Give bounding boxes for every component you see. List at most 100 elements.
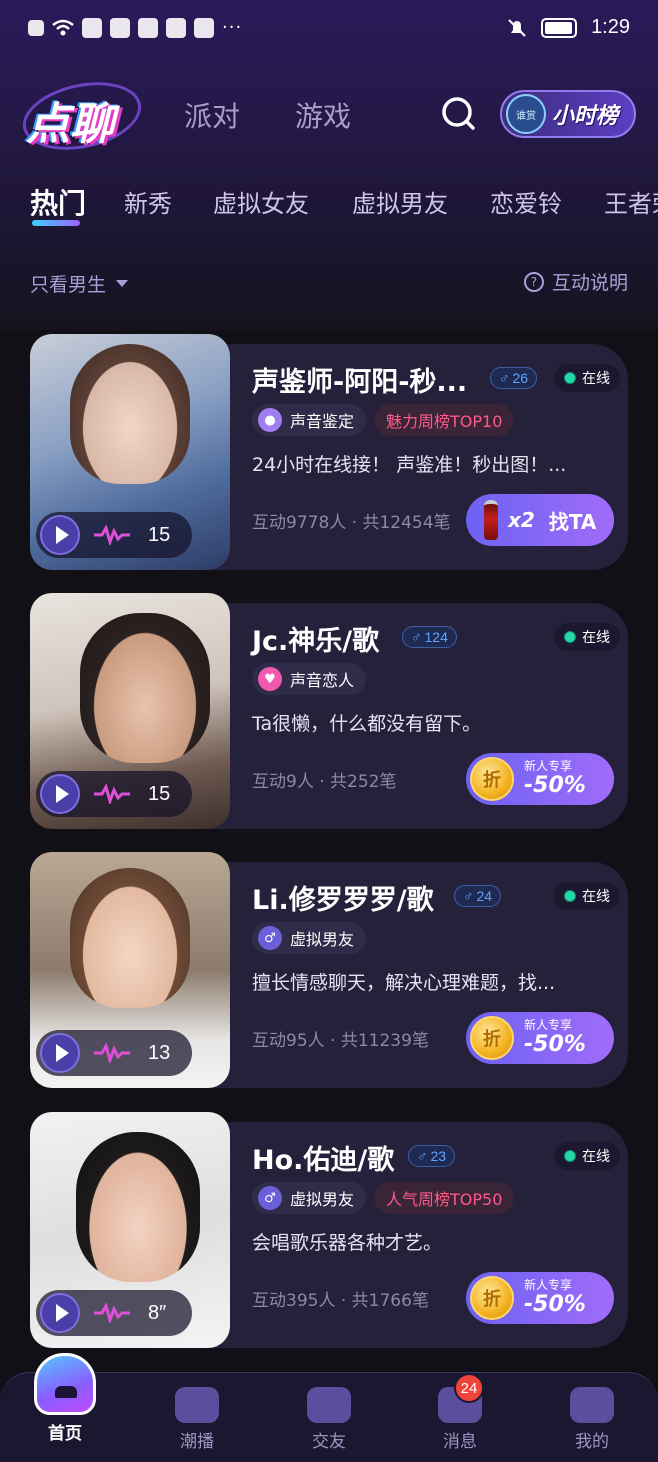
discount-button[interactable]: 折 新人专享 -50% [466, 1012, 614, 1064]
tag-row: ♂ 虚拟男友 人气周榜TOP50 [252, 1182, 515, 1214]
nav-friends[interactable]: 交友 [274, 1381, 384, 1452]
interaction-stats: 互动395人 · 共1766笔 [252, 1291, 429, 1311]
tag-rank: 魅力周榜TOP10 [374, 404, 515, 436]
category-new[interactable]: 新秀 [124, 184, 172, 219]
age-value: 23 [430, 1148, 447, 1164]
discount-value: -50% [524, 1031, 586, 1057]
avatar-photo[interactable]: 8″ [30, 1112, 230, 1348]
waveform-icon [94, 1043, 130, 1063]
message-icon: 24 [438, 1373, 484, 1423]
play-icon [55, 1304, 69, 1322]
nav-label: 潮播 [180, 1432, 214, 1452]
app-icon-send [194, 18, 214, 38]
play-icon [55, 785, 69, 803]
caret-down-icon [116, 280, 129, 287]
voice-intro-pill[interactable]: 13 [36, 1030, 192, 1076]
tag-label: 虚拟男友 [290, 1190, 355, 1209]
waveform-icon [94, 784, 130, 804]
age-value: 26 [512, 370, 529, 386]
avatar-photo[interactable]: 13 [30, 852, 230, 1088]
male-icon: ♂ [463, 888, 474, 904]
find-ta-button[interactable]: x2 找TA [466, 494, 614, 546]
online-label: 在线 [582, 889, 610, 905]
portrait-face [80, 613, 210, 763]
tag-label: 声音鉴定 [290, 412, 355, 431]
nav-messages[interactable]: 24 消息 [405, 1373, 515, 1452]
unread-badge: 24 [454, 1373, 484, 1403]
nav-live[interactable]: 潮播 [142, 1381, 252, 1452]
hourly-rank-button[interactable]: 谁赏 小时榜 [500, 90, 636, 138]
category-virtual-boyfriend[interactable]: 虚拟男友 [352, 184, 448, 219]
clock: 1:29 [591, 16, 630, 38]
host-card[interactable]: 15 Jc.神乐/歌 ♂ 124 在线 ♥ 声音恋人 Ta很懒，什么都没有留下。 互… [30, 593, 628, 829]
logo-text: 点聊 [26, 99, 114, 150]
online-dot-icon [564, 631, 576, 643]
nav-profile[interactable]: 我的 [537, 1381, 647, 1452]
interaction-help-link[interactable]: ? 互动说明 [523, 268, 628, 295]
play-button[interactable] [40, 515, 80, 555]
tag-label: 虚拟男友 [290, 930, 355, 949]
voice-duration: 13 [148, 1041, 171, 1064]
voice-intro-pill[interactable]: 15 [36, 512, 192, 558]
rank-badge-icon: 谁赏 [506, 94, 546, 134]
host-description: 会唱歌乐器各种才艺。 [252, 1232, 443, 1254]
age-value: 24 [476, 888, 493, 904]
avatar-photo[interactable]: 15 [30, 334, 230, 570]
nav-home[interactable]: 首页 [10, 1353, 120, 1444]
bottom-nav: 首页 潮播 交友 24 消息 我的 [0, 1353, 658, 1462]
newcomer-label: 新人专享 [524, 759, 573, 774]
category-love-bell[interactable]: 恋爱铃 [490, 184, 562, 219]
host-description: 擅长情感聊天，解决心理难题，找... [252, 972, 556, 994]
avatar-photo[interactable]: 15 [30, 593, 230, 829]
discount-text: 新人专享 -50% [524, 1278, 586, 1317]
tab-party[interactable]: 派对 [184, 95, 240, 135]
play-icon [55, 526, 69, 544]
voice-duration: 8″ [148, 1301, 167, 1324]
search-icon[interactable] [440, 95, 476, 131]
host-description: Ta很懒，什么都没有留下。 [252, 713, 482, 735]
gender-filter-dropdown[interactable]: 只看男生 [30, 270, 129, 297]
discount-value: -50% [524, 1291, 586, 1317]
status-bar: ··· 1:29 [0, 0, 658, 60]
newcomer-label: 新人专享 [524, 1018, 573, 1033]
category-hot[interactable]: 热门 [30, 182, 86, 222]
wifi-icon [52, 19, 74, 36]
play-button[interactable] [40, 1293, 80, 1333]
online-status: 在线 [554, 882, 620, 910]
online-label: 在线 [582, 630, 610, 646]
discount-text: 新人专享 -50% [524, 759, 586, 798]
app-icon-yoyo-2 [166, 18, 186, 38]
host-card[interactable]: 13 Li.修罗罗罗/歌 ♂ 24 在线 ♂ 虚拟男友 擅长情感聊天，解决心理难题，… [30, 852, 628, 1088]
tag-label: 声音恋人 [290, 671, 355, 690]
cola-bottle-icon [484, 500, 498, 540]
age-value: 124 [424, 629, 448, 645]
category-king[interactable]: 王者荣 [604, 184, 658, 219]
host-card[interactable]: 15 声鉴师-阿阳-秒... ♂ 26 在线 ● 声音鉴定 魅力周榜TOP10 24… [30, 334, 628, 570]
play-button[interactable] [40, 1033, 80, 1073]
voice-intro-pill[interactable]: 15 [36, 771, 192, 817]
discount-text: 新人专享 -50% [524, 1018, 586, 1057]
host-card[interactable]: 8″ Ho.佑迪/歌 ♂ 23 在线 ♂ 虚拟男友 人气周榜TOP50 会唱歌乐器各… [30, 1112, 628, 1348]
status-right: 1:29 [507, 16, 630, 39]
host-name: Ho.佑迪/歌 [252, 1145, 395, 1176]
tab-games[interactable]: 游戏 [295, 95, 351, 135]
male-icon: ♂ [258, 926, 282, 950]
play-button[interactable] [40, 774, 80, 814]
newcomer-label: 新人专享 [524, 1278, 573, 1293]
male-age-badge: ♂ 24 [454, 885, 502, 907]
male-icon: ♂ [417, 1148, 428, 1164]
help-label: 互动说明 [551, 272, 628, 294]
discount-button[interactable]: 折 新人专享 -50% [466, 1272, 614, 1324]
mute-bell-icon [508, 18, 526, 37]
app-logo: 点聊 [16, 72, 148, 160]
male-icon: ♂ [258, 1186, 282, 1210]
nav-label: 首页 [48, 1424, 82, 1444]
discount-button[interactable]: 折 新人专享 -50% [466, 753, 614, 805]
interaction-stats: 互动9778人 · 共12454笔 [252, 513, 451, 533]
tag-row: ● 声音鉴定 魅力周榜TOP10 [252, 404, 515, 436]
category-virtual-girlfriend[interactable]: 虚拟女友 [213, 184, 309, 219]
voice-duration: 15 [148, 523, 171, 546]
interaction-stats: 互动95人 · 共11239笔 [252, 1031, 429, 1051]
heart-pulse-icon [307, 1387, 351, 1423]
voice-intro-pill[interactable]: 8″ [36, 1290, 192, 1336]
